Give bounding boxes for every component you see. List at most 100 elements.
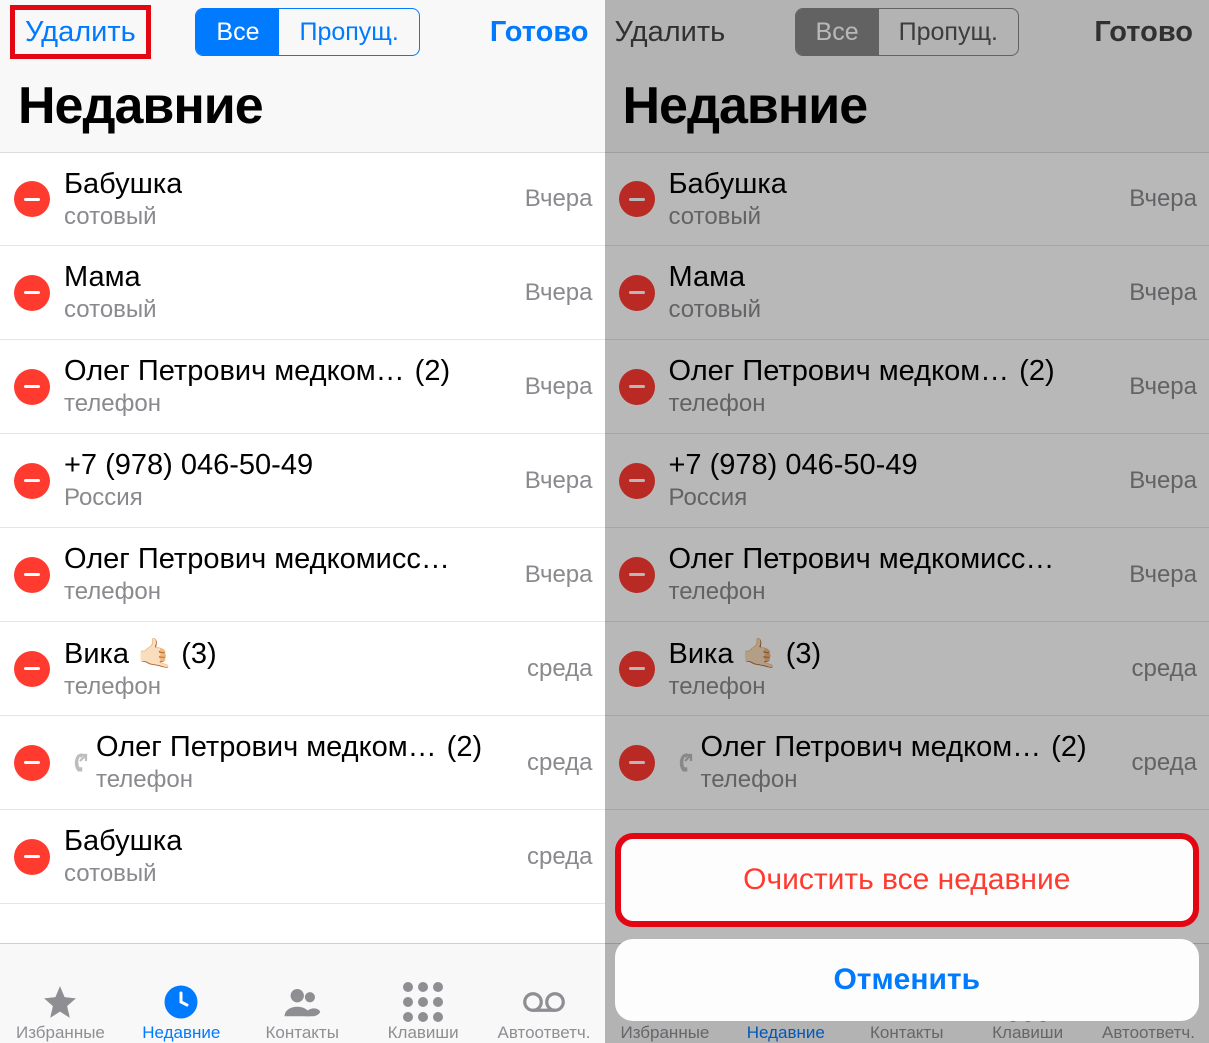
call-entry[interactable]: БабушкасотовыйВчера [0,152,605,246]
call-entry-name: Олег Петрович медком… [669,355,1010,388]
call-entry-subtitle: телефон [701,766,1124,794]
tab-voicemail[interactable]: Автоответч. [489,983,599,1043]
call-entry-time: среда [1131,749,1197,777]
contacts-icon [280,983,324,1021]
call-entry-subtitle: сотовый [669,296,1122,324]
call-entry[interactable]: Олег Петрович медком…(2)телефонВчера [0,340,605,434]
call-entry-name: Олег Петрович медкомисс… [669,543,1055,576]
tab-bar: Избранные Недавние Контакты Клавиши [0,943,605,1043]
left-pane: Удалить Все Пропущ. Готово Недавние Бабу… [0,0,605,1043]
delete-entry-icon[interactable] [619,463,655,499]
call-entry-time: среда [527,749,593,777]
call-entry-time: Вчера [525,467,593,495]
tab-keypad[interactable]: Клавиши [368,983,478,1043]
call-entry-subtitle: телефон [64,390,517,418]
call-count: (2) [447,731,482,764]
call-entry-name: Вика 🤙🏻 (3) [669,637,822,671]
done-button[interactable]: Готово [1094,16,1193,48]
call-count: (2) [1051,731,1086,764]
call-entry-body: Бабушкасотовый [64,168,517,231]
call-entry-name: Мама [669,261,746,294]
call-entry-time: Вчера [1129,185,1197,213]
delete-button[interactable]: Удалить [10,5,151,59]
call-entry-name: +7 (978) 046-50-49 [64,449,313,482]
call-entry-time: Вчера [525,279,593,307]
outgoing-call-icon [669,751,697,775]
delete-entry-icon[interactable] [619,181,655,217]
segmented-control: Все Пропущ. [795,8,1019,56]
call-entry-name: Бабушка [64,825,182,858]
tab-favorites[interactable]: Избранные [5,983,115,1043]
call-entry[interactable]: Олег Петрович медком… (2)телефонВчера [605,340,1209,434]
delete-entry-icon[interactable] [619,369,655,405]
delete-entry-icon[interactable] [619,745,655,781]
star-icon [38,983,82,1021]
call-entry-subtitle: сотовый [64,203,517,231]
call-entry[interactable]: +7 (978) 046-50-49РоссияВчера [0,434,605,528]
call-entry-body: Олег Петрович медкомисс…телефон [64,543,517,606]
clear-all-recents-button[interactable]: Очистить все недавние [615,833,1200,927]
call-entry-subtitle: телефон [64,578,517,606]
call-list[interactable]: БабушкасотовыйВчераМамасотовыйВчераОлег … [0,152,605,943]
segment-missed[interactable]: Пропущ. [279,9,418,55]
call-entry-body: Олег Петрович медком… (2)телефон [701,731,1124,794]
delete-button-highlight: Удалить [10,16,151,49]
segmented-control: Все Пропущ. [195,8,419,56]
keypad-icon [401,983,445,1021]
delete-entry-icon[interactable] [14,463,50,499]
delete-entry-icon[interactable] [619,275,655,311]
call-count: (2) [1019,355,1054,388]
call-entry-subtitle: телефон [669,673,1124,701]
delete-entry-icon[interactable] [14,839,50,875]
voicemail-icon [522,983,566,1021]
call-entry-body: Мамасотовый [669,261,1122,324]
call-entry[interactable]: Олег Петрович медком… (2)телефонсреда [605,716,1209,810]
delete-entry-icon[interactable] [14,745,50,781]
call-entry-time: Вчера [525,561,593,589]
call-entry-subtitle: сотовый [669,203,1122,231]
call-entry-time: Вчера [1129,561,1197,589]
tab-voicemail-label: Автоответч. [497,1023,590,1043]
cancel-button[interactable]: Отменить [615,939,1200,1021]
delete-entry-icon[interactable] [14,275,50,311]
delete-button[interactable]: Удалить [615,16,726,48]
tab-recents[interactable]: Недавние [126,983,236,1043]
segment-missed[interactable]: Пропущ. [879,9,1018,55]
call-entry-name: Олег Петрович медком… [701,731,1042,764]
call-entry[interactable]: +7 (978) 046-50-49РоссияВчера [605,434,1209,528]
call-entry-body: +7 (978) 046-50-49Россия [669,449,1122,512]
call-entry-body: Олег Петрович медком… (2)телефон [669,355,1122,418]
call-entry[interactable]: БабушкасотовыйВчера [605,152,1209,246]
call-entry[interactable]: Вика 🤙🏻 (3)телефонсреда [605,622,1209,716]
delete-entry-icon[interactable] [14,557,50,593]
call-entry[interactable]: Олег Петрович медкомисс…телефонВчера [605,528,1209,622]
page-title: Недавние [605,62,1209,152]
nav-bar: Удалить Все Пропущ. Готово [605,0,1209,62]
call-entry[interactable]: Олег Петрович медком…(2)телефонсреда [0,716,605,810]
segment-all[interactable]: Все [196,9,279,55]
done-button[interactable]: Готово [490,16,589,48]
tab-contacts[interactable]: Контакты [247,983,357,1043]
segment-all[interactable]: Все [796,9,879,55]
page-title: Недавние [0,62,605,152]
delete-entry-icon[interactable] [14,651,50,687]
call-entry[interactable]: МамасотовыйВчера [0,246,605,340]
call-entry-subtitle: телефон [669,390,1122,418]
call-entry[interactable]: Вика 🤙🏻 (3)телефонсреда [0,622,605,716]
call-entry-name: Вика 🤙🏻 (3) [64,637,217,671]
delete-entry-icon[interactable] [619,557,655,593]
call-entry[interactable]: Олег Петрович медкомисс…телефон Вчера [0,528,605,622]
call-entry-name: +7 (978) 046-50-49 [669,449,918,482]
call-entry[interactable]: Бабушкасотовыйсреда [0,810,605,904]
call-entry-time: Вчера [1129,373,1197,401]
call-entry[interactable]: МамасотовыйВчера [605,246,1209,340]
call-entry-subtitle: Россия [669,484,1122,512]
call-entry-subtitle: телефон [669,578,1122,606]
delete-entry-icon[interactable] [619,651,655,687]
tab-favorites-label: Избранные [16,1023,105,1043]
call-entry-name: Мама [64,261,141,294]
call-entry-time: Вчера [1129,467,1197,495]
delete-entry-icon[interactable] [14,181,50,217]
delete-entry-icon[interactable] [14,369,50,405]
call-entry-body: Вика 🤙🏻 (3)телефон [64,637,519,701]
